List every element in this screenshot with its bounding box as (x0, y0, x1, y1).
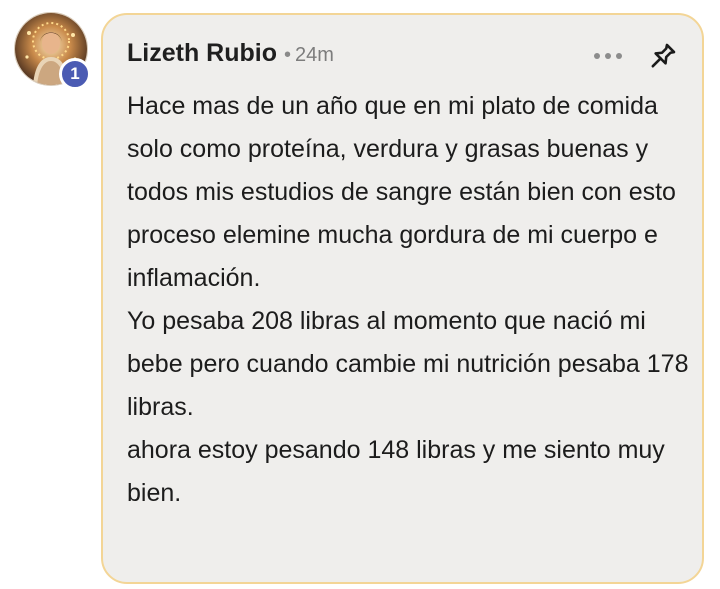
comment-bubble: Lizeth Rubio • 24m Hace mas de un año qu… (101, 13, 704, 584)
comment-body: Hace mas de un año que en mi plato de co… (127, 92, 689, 507)
separator-dot: • (283, 44, 291, 66)
author-name[interactable]: Lizeth Rubio (127, 39, 277, 68)
avatar-container[interactable]: 1 (14, 12, 91, 90)
timestamp: 24m (295, 44, 334, 66)
more-horizontal-icon[interactable] (593, 51, 623, 61)
comment-header: Lizeth Rubio • 24m (127, 39, 334, 68)
pin-icon[interactable] (646, 41, 678, 73)
comment-row: 1 Lizeth Rubio • 24m Hace mas de un año … (0, 0, 720, 589)
notification-badge: 1 (59, 58, 91, 90)
